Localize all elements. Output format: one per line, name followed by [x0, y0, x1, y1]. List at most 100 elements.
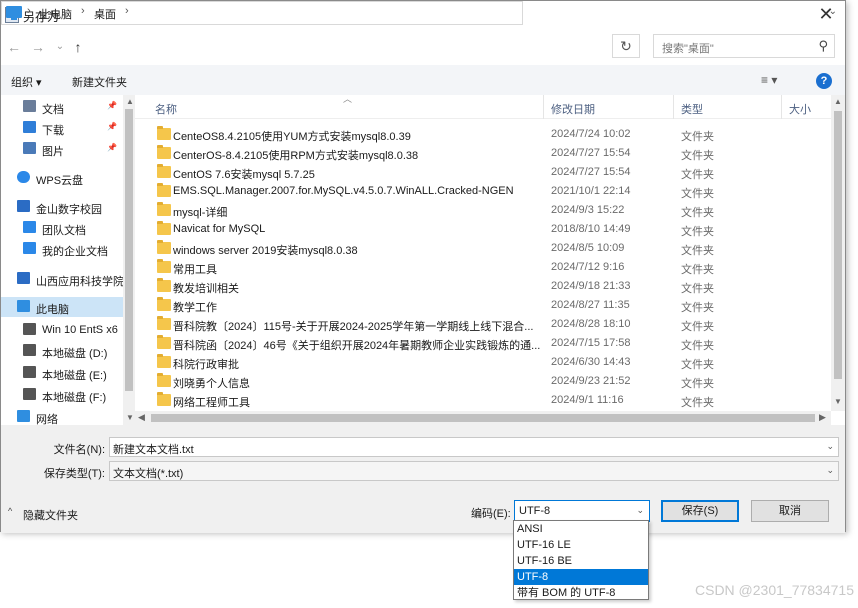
column-name[interactable]: 名称: [155, 101, 177, 117]
refresh-icon[interactable]: ↻: [612, 34, 640, 58]
scroll-down-icon[interactable]: ▼: [126, 413, 134, 422]
file-type: 文件夹: [681, 150, 714, 162]
encoding-option[interactable]: 带有 BOM 的 UTF-8: [514, 585, 648, 601]
sidebar-scrollbar[interactable]: ▲ ▼: [123, 95, 135, 425]
up-arrow-icon[interactable]: ↑: [69, 38, 87, 56]
file-row[interactable]: 教学工作 2024/8/27 11:35 文件夹: [135, 296, 815, 315]
back-arrow-icon[interactable]: ←: [5, 38, 23, 56]
sidebar-item[interactable]: Win 10 EntS x6: [1, 320, 123, 340]
encoding-option[interactable]: ANSI: [514, 521, 648, 537]
chevron-down-icon[interactable]: ⌄: [826, 441, 834, 452]
breadcrumb-desktop[interactable]: 桌面: [94, 6, 116, 22]
search-icon: ⚲: [818, 38, 828, 53]
file-name: CenteOS8.4.2105使用YUM方式安装mysql8.0.39: [173, 131, 411, 143]
sidebar-item[interactable]: 我的企业文档: [1, 239, 123, 259]
file-date: 2024/9/18 21:33: [551, 280, 631, 292]
sidebar-item[interactable]: 此电脑: [1, 297, 123, 317]
breadcrumb-separator: ›: [81, 5, 85, 17]
pin-icon[interactable]: 📌: [107, 122, 117, 131]
sidebar-item[interactable]: 本地磁盘 (F:): [1, 385, 123, 405]
file-type: 文件夹: [681, 359, 714, 371]
watermark: CSDN @2301_77834715: [695, 582, 854, 598]
pin-icon[interactable]: 📌: [107, 143, 117, 152]
file-type: 文件夹: [681, 131, 714, 143]
encoding-option[interactable]: UTF-16 BE: [514, 553, 648, 569]
view-options-icon[interactable]: ≡ ▾: [761, 73, 777, 87]
file-name: windows server 2019安装mysql8.0.38: [173, 245, 358, 257]
filename-field[interactable]: 新建文本文档.txt ⌄: [109, 437, 839, 457]
scroll-up-icon[interactable]: ▲: [126, 97, 134, 106]
forward-arrow-icon[interactable]: →: [29, 38, 47, 56]
file-row[interactable]: CenterOS-8.4.2105使用RPM方式安装mysql8.0.38 202…: [135, 144, 815, 163]
file-row[interactable]: 科院行政审批 2024/6/30 14:43 文件夹: [135, 353, 815, 372]
save-button[interactable]: 保存(S): [661, 500, 739, 522]
chevron-up-icon[interactable]: ^: [8, 506, 12, 516]
drive-icon: [23, 388, 36, 400]
file-row[interactable]: 刘晓勇个人信息 2024/9/23 21:52 文件夹: [135, 372, 815, 391]
file-row[interactable]: 教发培训相关 2024/9/18 21:33 文件夹: [135, 277, 815, 296]
column-size[interactable]: 大小: [789, 101, 811, 117]
file-list-scrollbar[interactable]: ▲ ▼: [831, 95, 845, 411]
scroll-thumb[interactable]: [834, 111, 842, 379]
sidebar-item[interactable]: 网络: [1, 407, 123, 425]
file-row[interactable]: mysql-详细 2024/9/3 15:22 文件夹: [135, 201, 815, 220]
sidebar-item[interactable]: 团队文档: [1, 218, 123, 238]
command-toolbar: 组织 ▾ 新建文件夹 ≡ ▾ ?: [1, 65, 845, 95]
pin-icon[interactable]: 📌: [107, 101, 117, 110]
scroll-down-icon[interactable]: ▼: [834, 397, 842, 406]
encoding-option[interactable]: UTF-8: [514, 569, 648, 585]
file-name: 教学工作: [173, 302, 217, 314]
file-row[interactable]: 常用工具 2024/7/12 9:16 文件夹: [135, 258, 815, 277]
folder-icon: [157, 335, 171, 349]
column-divider[interactable]: [673, 95, 674, 119]
column-type[interactable]: 类型: [681, 101, 703, 117]
chevron-down-icon[interactable]: ⌄: [829, 6, 837, 17]
scroll-thumb[interactable]: [125, 109, 133, 391]
download-icon: [23, 121, 36, 133]
search-input[interactable]: 搜索"桌面" ⚲: [653, 34, 835, 58]
sidebar-item[interactable]: 文档 📌: [1, 97, 123, 117]
encoding-option[interactable]: UTF-16 LE: [514, 537, 648, 553]
scroll-thumb[interactable]: [151, 414, 815, 422]
file-row[interactable]: 网络工程师工具 2024/9/1 11:16 文件夹: [135, 391, 815, 410]
file-name: 常用工具: [173, 264, 217, 276]
chevron-down-icon[interactable]: ⌄: [826, 465, 834, 476]
encoding-select[interactable]: UTF-8 ⌄: [514, 500, 650, 522]
file-row[interactable]: EMS.SQL.Manager.2007.for.MySQL.v4.5.0.7.…: [135, 182, 815, 201]
column-divider[interactable]: [781, 95, 782, 119]
file-row[interactable]: CentOS 7.6安装mysql 5.7.25 2024/7/27 15:54 文…: [135, 163, 815, 182]
scroll-right-icon[interactable]: ▶: [819, 412, 826, 423]
folder-icon: [157, 164, 171, 178]
file-row[interactable]: Navicat for MySQL 2018/8/10 14:49 文件夹: [135, 220, 815, 239]
sidebar-item[interactable]: 下载 📌: [1, 118, 123, 138]
scroll-up-icon[interactable]: ▲: [834, 97, 842, 106]
computer-icon: [17, 300, 30, 312]
breadcrumb-this-pc[interactable]: 此电脑: [39, 6, 72, 22]
file-list-hscrollbar[interactable]: ◀ ▶: [135, 411, 831, 425]
filename-label: 文件名(N):: [53, 444, 105, 456]
filetype-select[interactable]: 文本文档(*.txt) ⌄: [109, 461, 839, 481]
cancel-button[interactable]: 取消: [751, 500, 829, 522]
file-date: 2021/10/1 22:14: [551, 185, 631, 197]
sidebar-item-label: 我的企业文档: [42, 246, 108, 258]
sidebar-item[interactable]: 本地磁盘 (D:): [1, 341, 123, 361]
new-folder-button[interactable]: 新建文件夹: [72, 74, 127, 90]
sidebar-item[interactable]: 金山数字校园: [1, 197, 123, 217]
file-row[interactable]: windows server 2019安装mysql8.0.38 2024/8/5…: [135, 239, 815, 258]
organize-menu[interactable]: 组织 ▾: [11, 74, 42, 90]
help-icon[interactable]: ?: [816, 73, 832, 89]
column-divider[interactable]: [543, 95, 544, 119]
sidebar-item-label: 图片: [42, 146, 64, 158]
sidebar-item[interactable]: 图片 📌: [1, 139, 123, 159]
file-row[interactable]: CenteOS8.4.2105使用YUM方式安装mysql8.0.39 2024/…: [135, 125, 815, 144]
scroll-left-icon[interactable]: ◀: [138, 412, 145, 423]
file-row[interactable]: 晋科院教〔2024〕115号-关于开展2024-2025学年第一学期线上线下混合…: [135, 315, 815, 334]
recent-locations-icon[interactable]: ⌄: [51, 38, 69, 56]
file-name: 晋科院教〔2024〕115号-关于开展2024-2025学年第一学期线上线下混合…: [173, 321, 534, 333]
file-row[interactable]: 晋科院函〔2024〕46号《关于组织开展2024年暑期教师企业实践锻炼的通...…: [135, 334, 815, 353]
sidebar-item[interactable]: 山西应用科技学院: [1, 269, 124, 289]
sidebar-item[interactable]: 本地磁盘 (E:): [1, 363, 123, 383]
column-date[interactable]: 修改日期: [551, 101, 595, 117]
hide-folders-toggle[interactable]: 隐藏文件夹: [23, 507, 78, 523]
sidebar-item[interactable]: WPS云盘: [1, 168, 123, 188]
